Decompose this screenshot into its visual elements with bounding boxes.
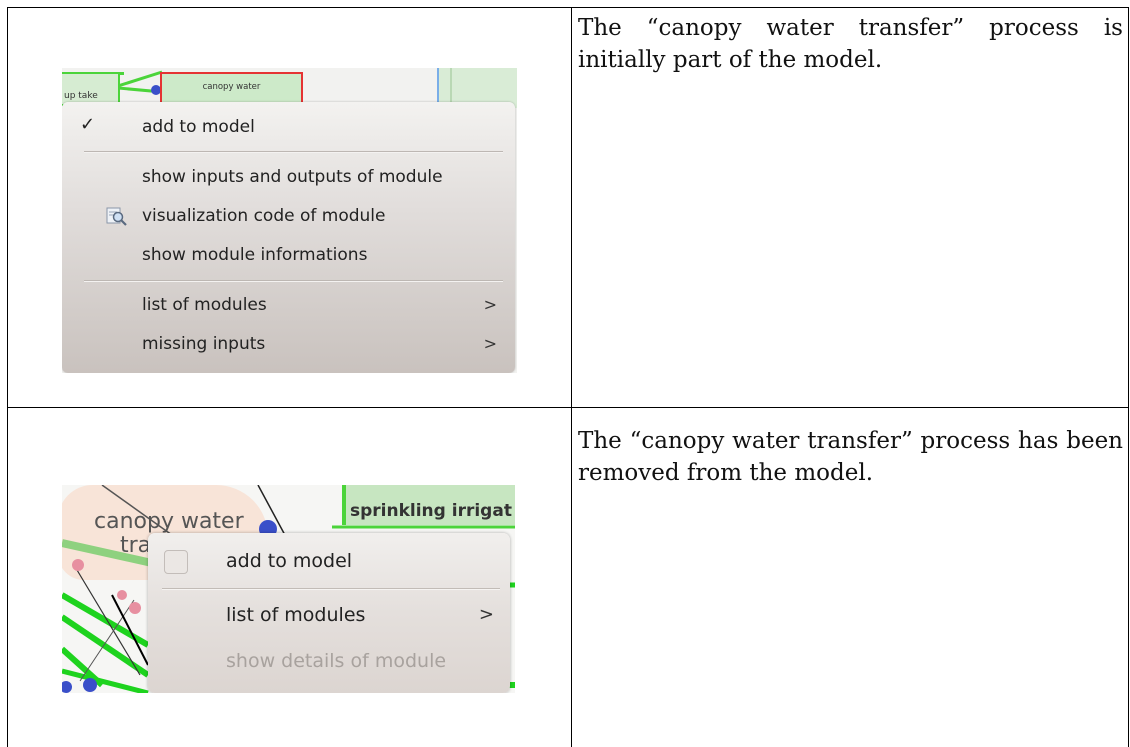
- menu-item-missing-inputs[interactable]: missing inputs: [142, 331, 265, 357]
- document-table: The “canopy water transfer” process is i…: [0, 0, 1130, 747]
- menu-item-show-details-of-module: show details of module: [226, 650, 447, 672]
- row2-description: The “canopy water transfer” process has …: [578, 428, 1123, 486]
- menu-item-show-module-informations[interactable]: show module informations: [142, 242, 367, 268]
- chevron-right-icon: >: [483, 334, 497, 353]
- chevron-right-icon: >: [483, 295, 497, 314]
- graph-node-canopy-water[interactable]: canopy water: [160, 72, 303, 106]
- row1-description: The “canopy water transfer” process is i…: [578, 15, 1123, 73]
- menu-item-list-of-modules[interactable]: list of modules: [226, 601, 365, 629]
- checkmark-icon: ✓: [80, 114, 96, 135]
- menu-item-add-to-model[interactable]: add to model: [142, 114, 255, 140]
- graph-node-uptake[interactable]: up take: [62, 72, 120, 106]
- menu-item-add-to-model[interactable]: add to model: [226, 547, 352, 575]
- menu-item-show-inputs-outputs[interactable]: show inputs and outputs of module: [142, 164, 443, 190]
- magnifier-icon: [106, 207, 127, 226]
- checkbox-icon[interactable]: [164, 550, 188, 574]
- graph-node-sprinkling-irrigation[interactable]: sprinkling irrigat: [342, 485, 515, 525]
- menu-item-list-of-modules[interactable]: list of modules: [142, 292, 267, 318]
- table-border-left: [7, 7, 8, 747]
- menu-separator: [84, 151, 503, 153]
- menu-separator: [84, 280, 503, 282]
- menu-separator: [162, 588, 500, 590]
- table-column-divider: [571, 7, 572, 747]
- chevron-right-icon: >: [478, 604, 494, 625]
- context-menu: ✓ add to model show inputs and outputs o…: [62, 102, 515, 373]
- context-menu-screenshot-1: up take canopy water ✓ add to model show…: [62, 68, 517, 373]
- context-menu: add to model list of modules > show deta…: [148, 533, 510, 693]
- context-menu-screenshot-2: canopy water tra sprinkling irrigat add …: [62, 485, 515, 693]
- table-row-divider: [7, 407, 1129, 408]
- table-border-right: [1128, 7, 1129, 747]
- menu-item-visualization-code[interactable]: visualization code of module: [142, 203, 386, 229]
- table-border-top: [7, 7, 1129, 8]
